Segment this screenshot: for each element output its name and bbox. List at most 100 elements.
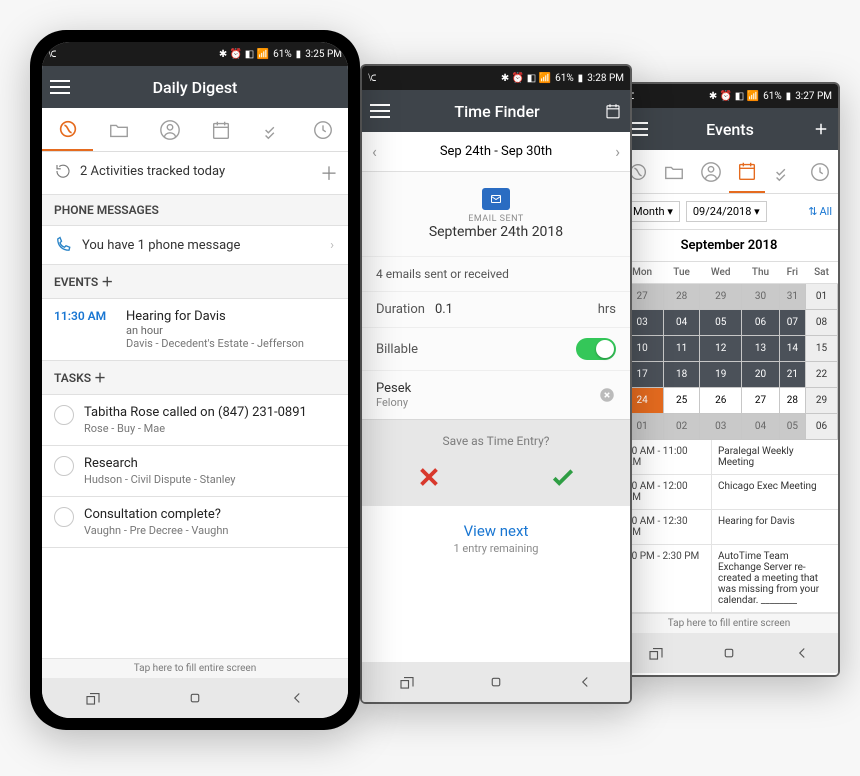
menu-icon[interactable]	[370, 104, 390, 118]
calendar-day[interactable]: 31	[779, 284, 805, 310]
calendar-grid[interactable]: MonTueWedThuFriSat 272829303101030405060…	[620, 262, 838, 440]
task-checkbox[interactable]	[54, 507, 74, 527]
clock-label: 3:25 PM	[305, 49, 342, 60]
tab-contacts[interactable]	[144, 108, 195, 151]
calendar-day[interactable]: 20	[742, 362, 779, 388]
duration-unit: hrs	[598, 302, 616, 317]
nav-back-icon[interactable]	[793, 644, 811, 662]
reject-button[interactable]	[414, 462, 444, 492]
prev-week[interactable]: ‹	[372, 142, 377, 161]
menu-icon[interactable]	[50, 80, 70, 94]
matter-row[interactable]: Pesek Felony	[362, 370, 630, 419]
calendar-day[interactable]: 25	[664, 388, 700, 414]
view-select[interactable]: Month ▾	[626, 201, 680, 222]
calendar-day[interactable]: 01	[806, 284, 838, 310]
nav-recent-icon[interactable]	[647, 644, 665, 662]
duration-value[interactable]: 0.1	[425, 302, 598, 317]
calendar-day[interactable]: 07	[779, 310, 805, 336]
tab-calendar[interactable]	[729, 150, 765, 193]
add-activity-icon[interactable]: ＋	[320, 160, 338, 186]
tab-files[interactable]	[93, 108, 144, 151]
calendar-day[interactable]: 04	[742, 414, 779, 440]
calendar-day[interactable]: 06	[742, 310, 779, 336]
calendar-day[interactable]: 18	[664, 362, 700, 388]
task-checkbox[interactable]	[54, 405, 74, 425]
calendar-day[interactable]: 28	[779, 388, 805, 414]
view-next-button[interactable]: View next	[362, 506, 630, 542]
agenda-list[interactable]: 00 AM - 11:00 AMParalegal Weekly Meeting…	[620, 440, 838, 613]
calendar-day[interactable]: 05	[779, 414, 805, 440]
billable-toggle[interactable]	[576, 338, 616, 360]
calendar-icon[interactable]	[604, 102, 622, 120]
calendar-day[interactable]: 29	[700, 284, 742, 310]
agenda-time: 00 AM - 11:00 AM	[620, 440, 712, 474]
calendar-day[interactable]: 27	[742, 388, 779, 414]
activities-row[interactable]: 2 Activities tracked today ＋	[42, 152, 348, 195]
nav-home-icon[interactable]	[720, 644, 738, 662]
clear-icon[interactable]	[598, 386, 616, 404]
task-matter: Vaughn - Pre Decree - Vaughn	[84, 524, 228, 537]
task-row[interactable]: Consultation complete?Vaughn - Pre Decre…	[42, 497, 348, 548]
nav-recent-icon[interactable]	[84, 689, 102, 707]
calendar-day[interactable]: 03	[700, 414, 742, 440]
add-event-icon[interactable]: ＋	[101, 275, 113, 289]
nav-back-icon[interactable]	[288, 689, 306, 707]
calendar-day[interactable]: 15	[806, 336, 838, 362]
fullscreen-hint[interactable]: Tap here to fill entire screen	[42, 658, 348, 678]
tab-time[interactable]	[802, 150, 838, 193]
calendar-day[interactable]: 04	[664, 310, 700, 336]
tab-contacts[interactable]	[693, 150, 729, 193]
tab-calendar[interactable]	[195, 108, 246, 151]
agenda-row[interactable]: 00 AM - 11:00 AMParalegal Weekly Meeting	[620, 440, 838, 475]
nav-home-icon[interactable]	[487, 673, 505, 691]
tab-tasks[interactable]	[765, 150, 801, 193]
task-matter: Rose - Buy - Mae	[84, 422, 307, 435]
calendar-day[interactable]: 11	[664, 336, 700, 362]
task-matter: Hudson - Civil Dispute - Stanley	[84, 473, 235, 486]
task-row[interactable]: ResearchHudson - Civil Dispute - Stanley	[42, 446, 348, 497]
calendar-day[interactable]: 30	[742, 284, 779, 310]
task-row[interactable]: Tabitha Rose called on (847) 231-0891Ros…	[42, 395, 348, 446]
tab-digest[interactable]	[42, 108, 93, 151]
calendar-day[interactable]: 12	[700, 336, 742, 362]
matter-name: Pesek	[376, 381, 411, 396]
weekday-header: Sat	[806, 262, 838, 284]
calendar-day[interactable]: 22	[806, 362, 838, 388]
filter-all[interactable]: ⇅ All	[808, 205, 832, 218]
battery-icon: ▮	[786, 91, 792, 102]
nav-recent-icon[interactable]	[398, 673, 416, 691]
agenda-row[interactable]: 30 AM - 12:30 PMHearing for Davis	[620, 510, 838, 545]
tab-files[interactable]	[656, 150, 692, 193]
agenda-row[interactable]: 00 AM - 12:00 PMChicago Exec Meeting	[620, 475, 838, 510]
calendar-day[interactable]: 26	[700, 388, 742, 414]
nav-back-icon[interactable]	[576, 673, 594, 691]
android-nav	[42, 678, 348, 718]
task-checkbox[interactable]	[54, 456, 74, 476]
phone-message-row[interactable]: You have 1 phone message ›	[42, 226, 348, 265]
add-icon[interactable]	[812, 120, 830, 138]
calendar-day[interactable]: 28	[664, 284, 700, 310]
tab-tasks[interactable]	[246, 108, 297, 151]
calendar-day[interactable]: 19	[700, 362, 742, 388]
agenda-time: 00 PM - 2:30 PM	[620, 545, 712, 612]
calendar-day[interactable]: 08	[806, 310, 838, 336]
calendar-day[interactable]: 14	[779, 336, 805, 362]
calendar-day[interactable]: 29	[806, 388, 838, 414]
next-week[interactable]: ›	[615, 142, 620, 161]
event-row[interactable]: 11:30 AM Hearing for Davis an hour Davis…	[42, 299, 348, 361]
calendar-day[interactable]: 02	[664, 414, 700, 440]
phone-icon	[54, 236, 72, 254]
page-title: Events	[656, 120, 804, 139]
calendar-day[interactable]: 05	[700, 310, 742, 336]
calendar-day[interactable]: 13	[742, 336, 779, 362]
add-task-icon[interactable]: ＋	[94, 371, 106, 385]
date-select[interactable]: 09/24/2018 ▾	[686, 201, 767, 222]
fullscreen-hint[interactable]: Tap here to fill entire screen	[620, 613, 838, 633]
calendar-day[interactable]: 06	[806, 414, 838, 440]
battery-label: 61%	[555, 73, 574, 84]
agenda-row[interactable]: 00 PM - 2:30 PMAutoTime TeamExchange Ser…	[620, 545, 838, 613]
nav-home-icon[interactable]	[186, 689, 204, 707]
tab-time[interactable]	[297, 108, 348, 151]
accept-button[interactable]	[548, 462, 578, 492]
calendar-day[interactable]: 21	[779, 362, 805, 388]
